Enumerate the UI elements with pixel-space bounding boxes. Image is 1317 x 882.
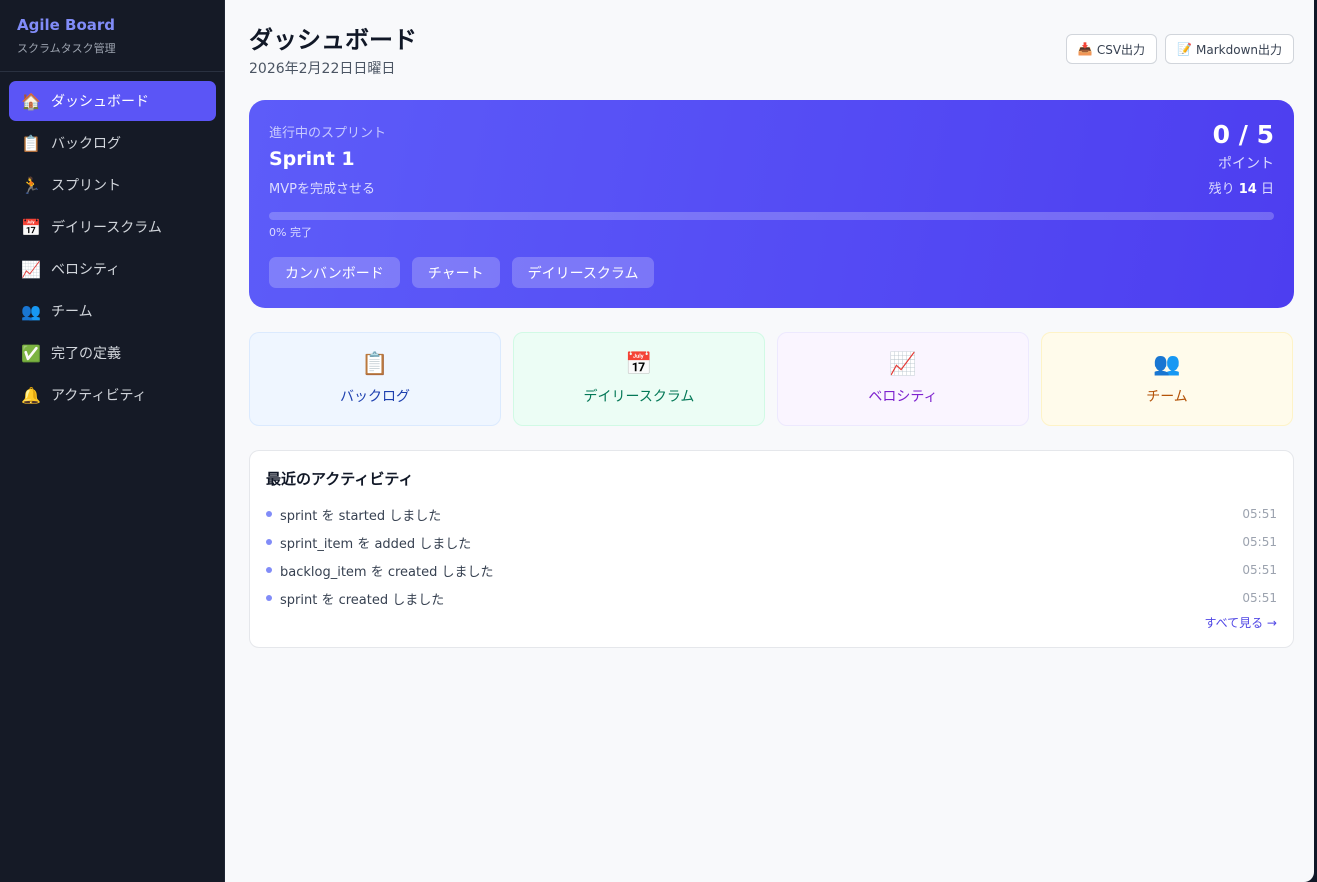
remaining-suffix: 日	[1260, 182, 1274, 197]
chart-button[interactable]: チャート	[411, 257, 500, 288]
sidebar-item-sprint[interactable]: 🏃 スプリント	[9, 165, 216, 205]
runner-icon: 🏃	[21, 175, 41, 195]
sprint-progress-label: 0% 完了	[269, 226, 312, 239]
sidebar-item-daily-scrum[interactable]: 📅 デイリースクラム	[9, 207, 216, 247]
sidebar-item-label: デイリースクラム	[51, 220, 162, 236]
active-sprint-card: 進行中のスプリント Sprint 1 MVPを完成させる 0 / 5 ポイント …	[249, 100, 1294, 308]
recent-activity-title: 最近のアクティビティ	[266, 470, 414, 488]
sprint-links: カンバンボード チャート デイリースクラム	[269, 257, 655, 288]
sidebar-item-team[interactable]: 👥 チーム	[9, 291, 216, 331]
bullet-dot-icon	[266, 595, 272, 601]
memo-icon: 📝	[1177, 42, 1193, 56]
kanban-board-button[interactable]: カンバンボード	[269, 257, 400, 288]
page-title: ダッシュボード	[249, 26, 417, 54]
chart-up-icon: 📈	[21, 259, 41, 279]
csv-export-button[interactable]: 📥 CSV出力	[1065, 34, 1158, 64]
markdown-export-label: Markdown出力	[1196, 42, 1282, 57]
activity-text: backlog_item を created しました	[280, 564, 494, 580]
home-icon: 🏠	[21, 91, 41, 111]
csv-export-label: CSV出力	[1096, 42, 1146, 57]
bell-icon: 🔔	[21, 385, 41, 405]
quick-link-label: バックログ	[340, 388, 410, 405]
quick-link-backlog[interactable]: 📋 バックログ	[249, 332, 501, 426]
activity-item: backlog_item を created しました 05:51	[266, 556, 1277, 584]
sidebar-nav: 🏠 ダッシュボード 📋 バックログ 🏃 スプリント 📅 デイリースクラム 📈 ベ…	[0, 72, 224, 415]
clipboard-icon: 📋	[21, 133, 41, 153]
calendar-icon: 📅	[21, 217, 41, 237]
sprint-name: Sprint 1	[269, 148, 355, 170]
activity-text: sprint を started しました	[280, 508, 442, 524]
markdown-export-button[interactable]: 📝 Markdown出力	[1165, 34, 1294, 64]
chart-up-icon: 📈	[889, 351, 917, 377]
sidebar-item-label: スプリント	[51, 178, 121, 194]
sidebar-item-label: バックログ	[51, 136, 121, 152]
app-window: Agile Board スクラムタスク管理 🏠 ダッシュボード 📋 バックログ …	[0, 0, 1317, 882]
bullet-dot-icon	[266, 567, 272, 573]
export-buttons: 📥 CSV出力 📝 Markdown出力	[1065, 34, 1294, 64]
brand-subtitle: スクラムタスク管理	[17, 42, 116, 55]
sidebar-item-label: ベロシティ	[51, 262, 121, 278]
sidebar-item-dashboard[interactable]: 🏠 ダッシュボード	[9, 81, 216, 121]
quick-link-label: デイリースクラム	[583, 388, 695, 405]
activity-time: 05:51	[1242, 507, 1277, 521]
see-all-activity-link[interactable]: すべて見る →	[1204, 614, 1277, 631]
sidebar-item-label: ダッシュボード	[51, 94, 149, 110]
main-content: ダッシュボード 2026年2月22日日曜日 📥 CSV出力 📝 Markdown…	[225, 0, 1314, 882]
quick-link-label: ベロシティ	[868, 388, 938, 405]
activity-list: sprint を started しました 05:51 sprint_item …	[266, 500, 1277, 612]
sidebar-item-velocity[interactable]: 📈 ベロシティ	[9, 249, 216, 289]
quick-link-velocity[interactable]: 📈 ベロシティ	[777, 332, 1029, 426]
activity-item: sprint を created しました 05:51	[266, 584, 1277, 612]
activity-time: 05:51	[1242, 591, 1277, 605]
brand: Agile Board スクラムタスク管理	[0, 0, 224, 72]
quick-link-label: チーム	[1146, 388, 1188, 405]
sidebar-item-label: アクティビティ	[51, 388, 147, 404]
sprint-points: 0 / 5	[1212, 120, 1274, 149]
sprint-goal: MVPを完成させる	[269, 182, 375, 197]
sidebar-item-label: 完了の定義	[51, 346, 121, 362]
activity-time: 05:51	[1242, 563, 1277, 577]
quick-link-daily-scrum[interactable]: 📅 デイリースクラム	[513, 332, 765, 426]
brand-title[interactable]: Agile Board	[17, 15, 207, 35]
sidebar-item-label: チーム	[51, 304, 93, 320]
remaining-prefix: 残り	[1208, 182, 1235, 197]
sidebar-item-definition-of-done[interactable]: ✅ 完了の定義	[9, 333, 216, 373]
sprint-points-label: ポイント	[1218, 156, 1274, 172]
sprint-progress-bar	[269, 212, 1274, 220]
quick-link-team[interactable]: 👥 チーム	[1041, 332, 1293, 426]
daily-scrum-button[interactable]: デイリースクラム	[511, 257, 655, 288]
activity-text: sprint を created しました	[280, 592, 445, 608]
calendar-icon: 📅	[625, 351, 653, 377]
quick-links: 📋 バックログ 📅 デイリースクラム 📈 ベロシティ 👥 チーム	[249, 332, 1293, 426]
active-sprint-label: 進行中のスプリント	[269, 126, 387, 141]
remaining-days-count: 14	[1238, 182, 1257, 197]
sprint-remaining-days: 残り 14 日	[1209, 178, 1274, 197]
check-icon: ✅	[21, 343, 41, 363]
sidebar-item-activity[interactable]: 🔔 アクティビティ	[9, 375, 216, 415]
users-icon: 👥	[21, 301, 41, 321]
bullet-dot-icon	[266, 539, 272, 545]
activity-text: sprint_item を added しました	[280, 536, 472, 552]
activity-time: 05:51	[1242, 535, 1277, 549]
clipboard-icon: 📋	[361, 351, 389, 377]
recent-activity-panel: 最近のアクティビティ sprint を started しました 05:51 s…	[249, 450, 1294, 648]
activity-item: sprint_item を added しました 05:51	[266, 528, 1277, 556]
sidebar: Agile Board スクラムタスク管理 🏠 ダッシュボード 📋 バックログ …	[0, 0, 225, 882]
sidebar-item-backlog[interactable]: 📋 バックログ	[9, 123, 216, 163]
page-date: 2026年2月22日日曜日	[249, 61, 396, 77]
activity-item: sprint を started しました 05:51	[266, 500, 1277, 528]
users-icon: 👥	[1153, 351, 1181, 377]
bullet-dot-icon	[266, 511, 272, 517]
inbox-tray-icon: 📥	[1077, 42, 1093, 56]
